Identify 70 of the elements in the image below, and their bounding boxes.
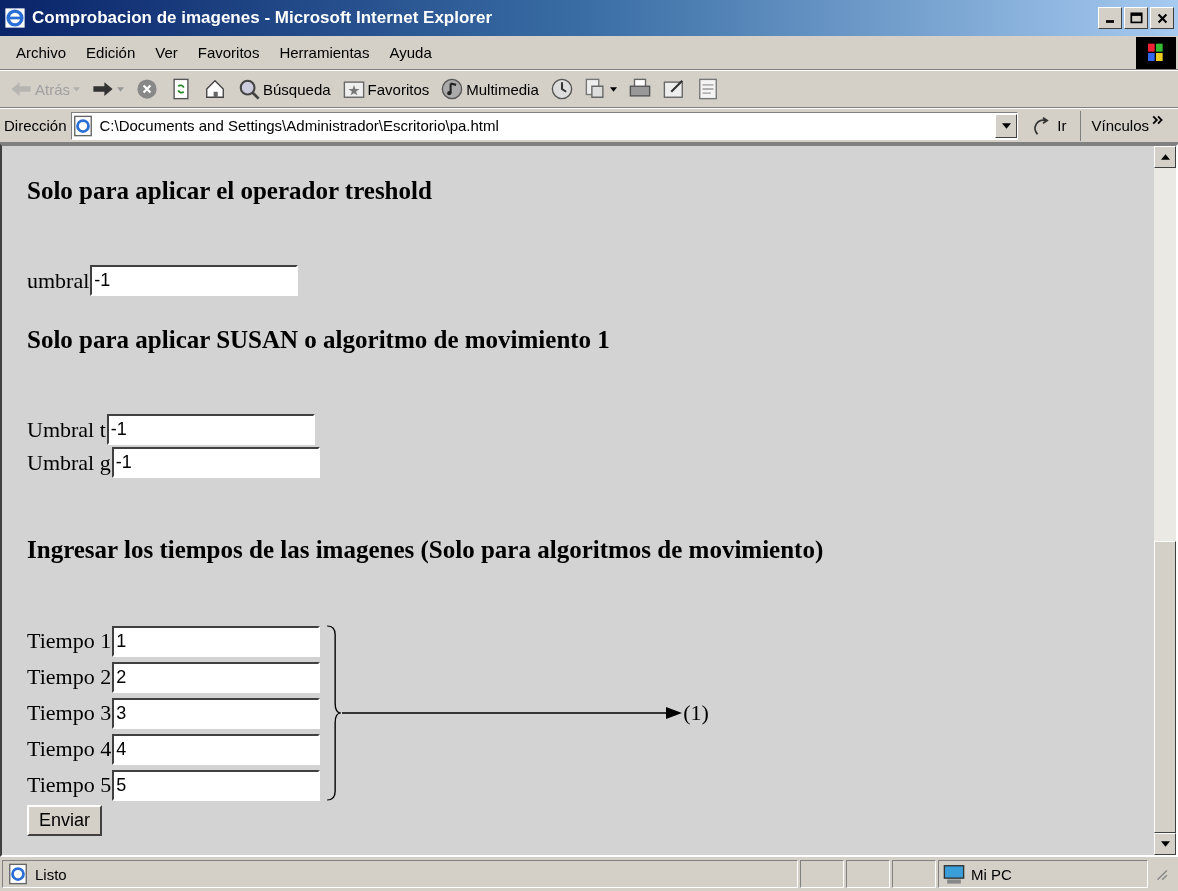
- caret-icon: [73, 86, 80, 92]
- zone-text: Mi PC: [971, 865, 1012, 883]
- menu-item[interactable]: Archivo: [6, 44, 77, 61]
- menu-item[interactable]: Favoritos: [187, 44, 270, 61]
- window-title: Comprobacion de imagenes - Microsoft Internet Explorer: [32, 8, 494, 28]
- printer-icon: [628, 78, 651, 100]
- input-field[interactable]: -1: [111, 447, 320, 478]
- caret-icon: [1001, 122, 1011, 129]
- refresh-icon: [170, 78, 192, 100]
- input-field[interactable]: 2: [112, 661, 321, 693]
- close-icon: [1155, 11, 1169, 25]
- menu-item[interactable]: Ver: [145, 44, 188, 61]
- menu-item[interactable]: Edición: [76, 44, 146, 61]
- section-heading: Solo para aplicar SUSAN o algoritmo de movimiento 1: [27, 325, 611, 355]
- go-button[interactable]: Ir: [1022, 114, 1077, 137]
- field-label: Tiempo 3: [27, 700, 112, 726]
- down-arrow-icon: [1160, 841, 1170, 847]
- browser-logo-icon: [4, 7, 26, 29]
- stop-icon: [136, 78, 158, 100]
- section-heading: Ingresar los tiempos de las imagenes (Solo para algoritmos de movimiento): [27, 535, 825, 565]
- status-panel: [800, 860, 844, 888]
- minimize-button[interactable]: [1098, 7, 1122, 29]
- document-icon: [696, 78, 719, 100]
- input-field[interactable]: -1: [90, 265, 299, 296]
- section-heading: Solo para aplicar el operador treshold: [27, 176, 433, 206]
- minimize-icon: [1106, 20, 1114, 23]
- clock-icon: [550, 78, 573, 100]
- submit-button[interactable]: Enviar: [27, 805, 103, 836]
- page-icon: [7, 863, 29, 885]
- media-button[interactable]: Multimedia: [437, 76, 543, 102]
- caret-icon: [117, 86, 124, 92]
- caret-icon: [609, 86, 617, 92]
- field-label: Umbral t: [27, 416, 106, 443]
- field-label: Umbral g: [27, 449, 111, 476]
- edit-icon: [662, 78, 685, 100]
- search-icon: [238, 78, 260, 100]
- input-field[interactable]: 4: [112, 733, 321, 765]
- input-field[interactable]: 5: [112, 769, 321, 801]
- resize-grip-icon: [1154, 867, 1168, 881]
- page-icon: [71, 114, 94, 137]
- home-icon: [204, 78, 226, 100]
- field-label: Tiempo 5: [27, 772, 112, 798]
- maximize-icon: [1129, 11, 1143, 25]
- chevron-icon: [1152, 114, 1164, 125]
- up-arrow-icon: [1160, 154, 1170, 160]
- status-panel: [892, 860, 936, 888]
- search-button[interactable]: Búsqueda: [234, 76, 335, 102]
- address-field[interactable]: C:\Documents and Settings\Administrador\Escritorio\pa.html: [70, 111, 1019, 140]
- menu-item[interactable]: Herramientas: [269, 44, 380, 61]
- field-label: umbral: [27, 267, 90, 294]
- favorites-button[interactable]: Favoritos: [338, 76, 434, 102]
- menu-item[interactable]: Ayuda: [379, 44, 442, 61]
- field-label: Tiempo 4: [27, 736, 112, 762]
- maximize-button[interactable]: [1124, 7, 1148, 29]
- windows-logo-icon: [1134, 36, 1178, 69]
- input-field[interactable]: 3: [112, 697, 321, 729]
- status-panel: [846, 860, 890, 888]
- field-label: Tiempo 2: [27, 664, 112, 690]
- input-field[interactable]: -1: [106, 414, 315, 445]
- field-label: Tiempo 1: [27, 628, 112, 654]
- arrow-note: (1): [683, 700, 709, 726]
- scrollbar[interactable]: [1154, 146, 1176, 855]
- links-button[interactable]: Vínculos: [1080, 110, 1174, 141]
- media-icon: [441, 78, 464, 100]
- computer-icon: [943, 863, 965, 885]
- input-field[interactable]: 1: [112, 625, 321, 657]
- address-label: Dirección: [4, 117, 67, 134]
- close-button[interactable]: [1150, 7, 1174, 29]
- status-text: Listo: [35, 865, 67, 883]
- dropdown-button[interactable]: [995, 113, 1018, 138]
